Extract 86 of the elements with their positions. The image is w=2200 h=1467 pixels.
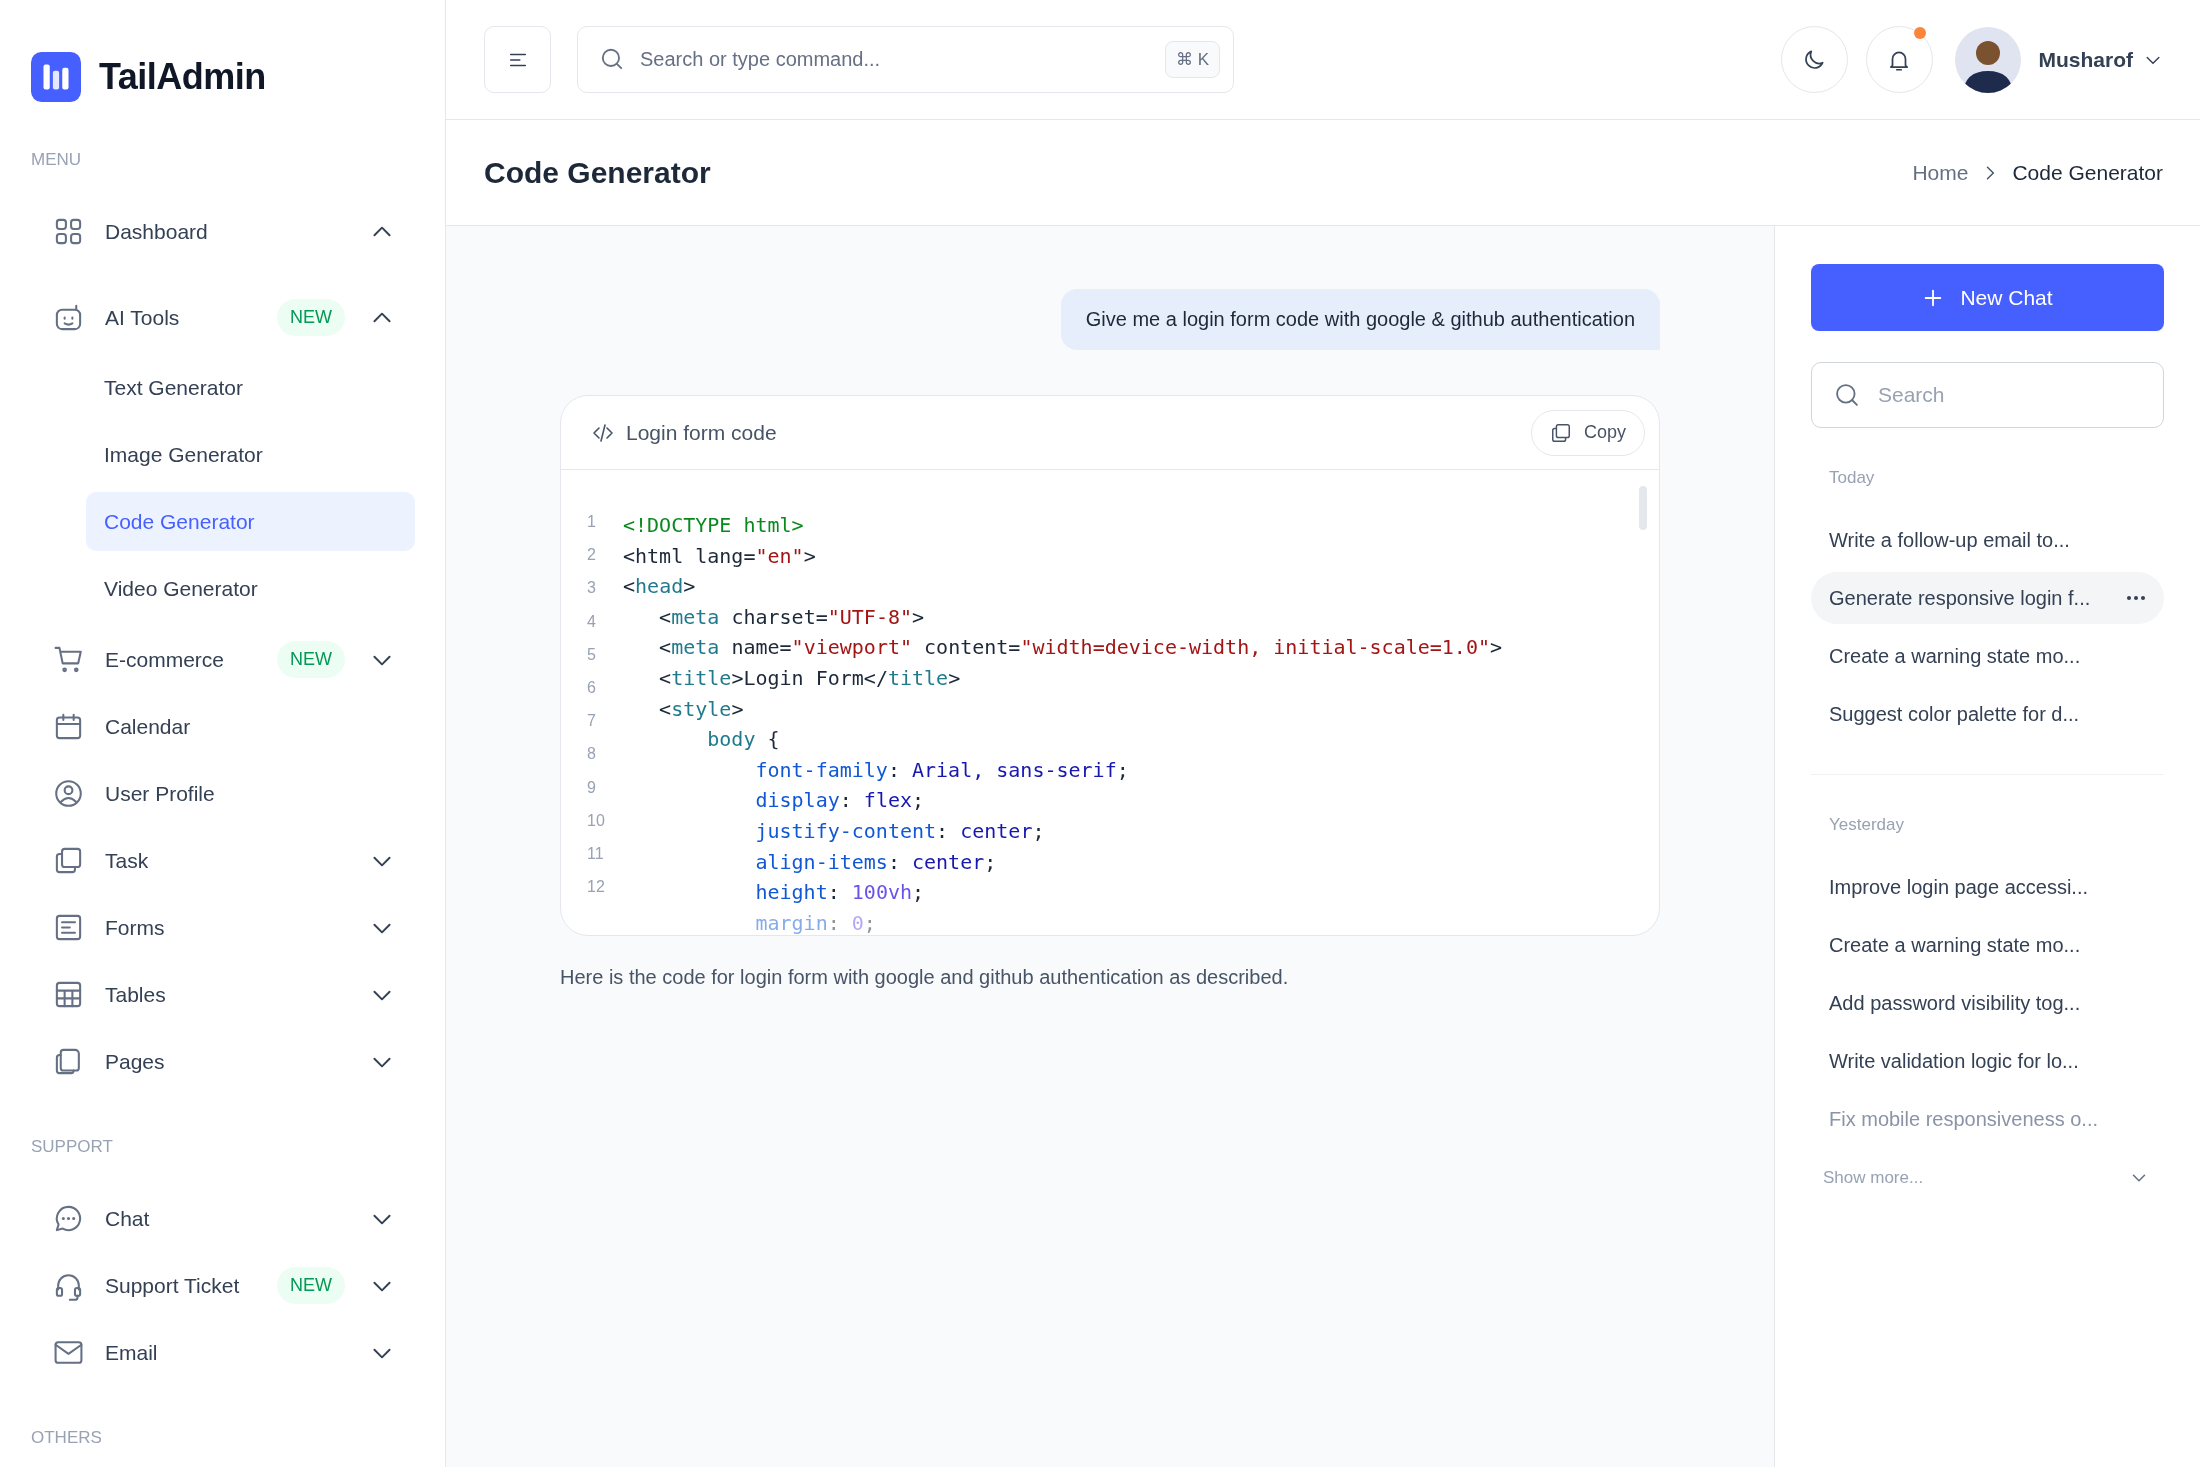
new-badge: NEW	[277, 641, 345, 678]
line-number: 5	[587, 644, 597, 665]
line-number: 7	[587, 711, 597, 732]
user-menu[interactable]: Musharof	[2038, 47, 2163, 72]
code-line: <!DOCTYPE html>	[623, 512, 805, 539]
page-title: Code Generator	[484, 155, 711, 190]
breadcrumb-current: Code Generator	[2012, 160, 2163, 185]
chat-history-item[interactable]: Create a warning state mo...	[1811, 919, 2164, 971]
submenu-item[interactable]: Image Generator	[86, 425, 415, 484]
code-line: <title>Login Form</title>	[658, 664, 962, 692]
section-label: SUPPORT	[31, 1137, 114, 1157]
line-number: 11	[587, 843, 605, 864]
brand-name: TailAdmin	[99, 56, 266, 98]
search-icon	[1833, 381, 1861, 409]
submenu-item[interactable]: Code Generator	[86, 492, 415, 551]
nav-item[interactable]: Task	[31, 827, 415, 894]
submenu-item[interactable]: Text Generator	[86, 358, 415, 417]
breadcrumb-link[interactable]: Home	[1912, 160, 1969, 185]
line-number: 2	[587, 545, 597, 566]
copy-icon	[1549, 421, 1572, 444]
chat-history-item[interactable]: Write a follow-up email to...	[1811, 514, 2164, 566]
nav-item[interactable]: AI Tools NEW	[31, 284, 415, 351]
code-line: body {	[706, 726, 781, 754]
chat-history-item[interactable]: Generate responsive login f...	[1811, 572, 2164, 624]
menu-button[interactable]	[484, 26, 551, 93]
chat-history-item[interactable]: Suggest color palette for d...	[1811, 688, 2164, 740]
nav-item[interactable]: Support Ticket NEW	[31, 1252, 415, 1319]
section-label: MENU	[31, 150, 83, 170]
user-message: Give me a login form code with google & github authentication	[1060, 289, 1660, 350]
nav-item[interactable]: User Profile	[31, 760, 415, 827]
robot-face-icon	[53, 302, 84, 333]
code-line: align-items: center;	[754, 848, 998, 876]
code-line: font-family: Arial, sans-serif;	[754, 756, 1130, 784]
history-search-field[interactable]: Search	[1811, 362, 2164, 428]
nav-item[interactable]: Chat	[31, 1185, 415, 1252]
line-number: 10	[587, 810, 606, 831]
submenu-item[interactable]: Video Generator	[86, 559, 415, 618]
code-line: <html lang="en">	[623, 542, 817, 570]
code-line: <head>	[623, 573, 697, 601]
search-icon	[599, 46, 625, 72]
table-icon	[53, 979, 84, 1010]
copy-button[interactable]: Copy	[1530, 409, 1645, 456]
user-icon	[53, 778, 84, 809]
new-chat-button[interactable]: New Chat	[1811, 264, 2164, 331]
code-title: Login form code	[626, 420, 777, 445]
group-label: Today	[1829, 468, 1876, 488]
group-label: Yesterday	[1829, 815, 1905, 835]
nav-item[interactable]: Pages	[31, 1028, 415, 1095]
nav-item[interactable]: Dashboard	[31, 198, 415, 265]
nav-item[interactable]: Email	[31, 1319, 415, 1386]
logo-icon	[31, 52, 81, 102]
calendar-icon	[53, 711, 84, 742]
new-badge: NEW	[277, 1267, 345, 1304]
more-icon	[2126, 595, 2146, 601]
code-line: <meta charset="UTF-8">	[658, 603, 926, 631]
line-number: 3	[587, 578, 597, 599]
nav-item[interactable]: Calendar	[31, 693, 415, 760]
line-number: 6	[587, 677, 597, 698]
cart-icon	[53, 644, 84, 675]
code-line: display: flex;	[754, 787, 926, 815]
chat-history-item[interactable]: Create a warning state mo...	[1811, 630, 2164, 682]
chat-history-item[interactable]: Add password visibility tog...	[1811, 977, 2164, 1029]
code-line: <meta name="viewport" content="width=device-width, initial-scale=1.0">	[658, 634, 1503, 662]
code-line: <style>	[658, 695, 745, 723]
scrollbar-thumb[interactable]	[1639, 486, 1647, 530]
new-badge: NEW	[277, 299, 345, 336]
grid-icon	[53, 216, 84, 247]
nav-item[interactable]: Forms	[31, 894, 415, 961]
line-number: 4	[587, 611, 597, 632]
shortcut-hint: ⌘ K	[1164, 41, 1220, 78]
nav-item[interactable]: Tables	[31, 961, 415, 1028]
code-line: margin: 0;	[754, 909, 877, 935]
code-line: height: 100vh;	[754, 879, 926, 907]
line-number: 8	[587, 744, 597, 765]
assistant-message: Here is the code for login form with google and github authentication as described.	[560, 966, 1290, 989]
chat-history-item[interactable]: Write validation logic for lo...	[1811, 1035, 2164, 1087]
document-icon	[53, 912, 84, 943]
squares-icon	[53, 845, 84, 876]
section-label: OTHERS	[31, 1428, 103, 1448]
code-line: justify-content: center;	[754, 817, 1046, 845]
nav-item[interactable]: E-commerce NEW	[31, 626, 415, 693]
chat-history-item[interactable]: Improve login page accessi...	[1811, 861, 2164, 913]
line-number: 1	[587, 512, 597, 532]
line-number: 12	[587, 877, 606, 898]
chat-icon	[53, 1203, 84, 1234]
line-number: 9	[587, 777, 597, 798]
